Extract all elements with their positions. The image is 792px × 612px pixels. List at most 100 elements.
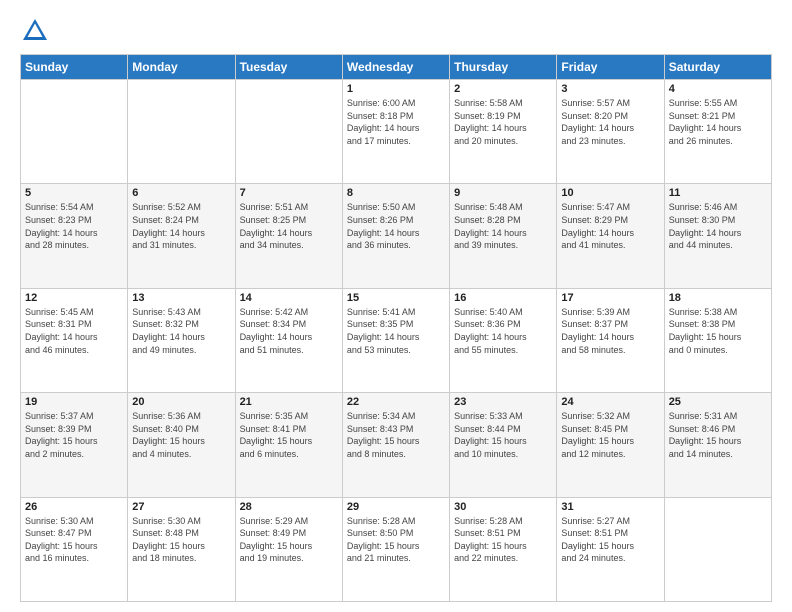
day-cell-5: 5 Sunrise: 5:54 AM Sunset: 8:23 PM Daylig… xyxy=(21,184,128,288)
day-cell-2: 2Sunrise: 5:58 AM Sunset: 8:19 PM Daylig… xyxy=(450,80,557,184)
day-number-27: 27 xyxy=(132,501,230,513)
day-number-8: 8 xyxy=(347,187,445,199)
day-info-6: Sunrise: 5:52 AM Sunset: 8:24 PM Dayligh… xyxy=(132,201,230,251)
day-cell-13: 13 Sunrise: 5:43 AM Sunset: 8:32 PM Dayli… xyxy=(128,288,235,392)
day-cell-31: 31 Sunrise: 5:27 AM Sunset: 8:51 PM Dayli… xyxy=(557,497,664,601)
day-number-20: 20 xyxy=(132,396,230,408)
day-cell-3: 3 Sunrise: 5:57 AM Sunset: 8:20 PM Daylig… xyxy=(557,80,664,184)
day-number-16: 16 xyxy=(454,292,552,304)
day-number-18: 18 xyxy=(669,292,767,304)
calendar: SundayMondayTuesdayWednesdayThursdayFrid… xyxy=(20,54,772,602)
day-info-14: Sunrise: 5:42 AM Sunset: 8:34 PM Dayligh… xyxy=(240,306,338,356)
day-info-29: Sunrise: 5:28 AM Sunset: 8:50 PM Dayligh… xyxy=(347,515,445,565)
day-info-7: Sunrise: 5:51 AM Sunset: 8:25 PM Dayligh… xyxy=(240,201,338,251)
week-row-5: 26 Sunrise: 5:30 AM Sunset: 8:47 PM Dayli… xyxy=(21,497,772,601)
day-cell-24: 24 Sunrise: 5:32 AM Sunset: 8:45 PM Dayli… xyxy=(557,393,664,497)
day-cell-18: 18 Sunrise: 5:38 AM Sunset: 8:38 PM Dayli… xyxy=(664,288,771,392)
day-info-11: Sunrise: 5:46 AM Sunset: 8:30 PM Dayligh… xyxy=(669,201,767,251)
day-number-23: 23 xyxy=(454,396,552,408)
empty-cell xyxy=(235,80,342,184)
day-number-13: 13 xyxy=(132,292,230,304)
logo xyxy=(20,16,54,46)
day-number-15: 15 xyxy=(347,292,445,304)
day-cell-21: 21 Sunrise: 5:35 AM Sunset: 8:41 PM Dayli… xyxy=(235,393,342,497)
day-info-5: Sunrise: 5:54 AM Sunset: 8:23 PM Dayligh… xyxy=(25,201,123,251)
day-number-2: 2 xyxy=(454,83,552,95)
day-number-4: 4 xyxy=(669,83,767,95)
day-cell-9: 9Sunrise: 5:48 AM Sunset: 8:28 PM Daylig… xyxy=(450,184,557,288)
day-info-17: Sunrise: 5:39 AM Sunset: 8:37 PM Dayligh… xyxy=(561,306,659,356)
day-cell-4: 4Sunrise: 5:55 AM Sunset: 8:21 PM Daylig… xyxy=(664,80,771,184)
day-number-12: 12 xyxy=(25,292,123,304)
week-row-2: 5 Sunrise: 5:54 AM Sunset: 8:23 PM Daylig… xyxy=(21,184,772,288)
day-info-16: Sunrise: 5:40 AM Sunset: 8:36 PM Dayligh… xyxy=(454,306,552,356)
day-info-28: Sunrise: 5:29 AM Sunset: 8:49 PM Dayligh… xyxy=(240,515,338,565)
day-cell-16: 16 Sunrise: 5:40 AM Sunset: 8:36 PM Dayli… xyxy=(450,288,557,392)
day-cell-15: 15 Sunrise: 5:41 AM Sunset: 8:35 PM Dayli… xyxy=(342,288,449,392)
header xyxy=(20,16,772,46)
day-number-25: 25 xyxy=(669,396,767,408)
header-cell-wednesday: Wednesday xyxy=(342,55,449,80)
day-info-26: Sunrise: 5:30 AM Sunset: 8:47 PM Dayligh… xyxy=(25,515,123,565)
page: SundayMondayTuesdayWednesdayThursdayFrid… xyxy=(0,0,792,612)
day-cell-20: 20 Sunrise: 5:36 AM Sunset: 8:40 PM Dayli… xyxy=(128,393,235,497)
day-cell-12: 12 Sunrise: 5:45 AM Sunset: 8:31 PM Dayli… xyxy=(21,288,128,392)
day-number-26: 26 xyxy=(25,501,123,513)
day-cell-27: 27 Sunrise: 5:30 AM Sunset: 8:48 PM Dayli… xyxy=(128,497,235,601)
day-number-19: 19 xyxy=(25,396,123,408)
header-cell-thursday: Thursday xyxy=(450,55,557,80)
day-info-8: Sunrise: 5:50 AM Sunset: 8:26 PM Dayligh… xyxy=(347,201,445,251)
header-row: SundayMondayTuesdayWednesdayThursdayFrid… xyxy=(21,55,772,80)
day-info-22: Sunrise: 5:34 AM Sunset: 8:43 PM Dayligh… xyxy=(347,410,445,460)
day-info-3: Sunrise: 5:57 AM Sunset: 8:20 PM Dayligh… xyxy=(561,97,659,147)
day-cell-29: 29 Sunrise: 5:28 AM Sunset: 8:50 PM Dayli… xyxy=(342,497,449,601)
day-info-31: Sunrise: 5:27 AM Sunset: 8:51 PM Dayligh… xyxy=(561,515,659,565)
day-info-27: Sunrise: 5:30 AM Sunset: 8:48 PM Dayligh… xyxy=(132,515,230,565)
day-info-25: Sunrise: 5:31 AM Sunset: 8:46 PM Dayligh… xyxy=(669,410,767,460)
day-cell-23: 23 Sunrise: 5:33 AM Sunset: 8:44 PM Dayli… xyxy=(450,393,557,497)
day-info-23: Sunrise: 5:33 AM Sunset: 8:44 PM Dayligh… xyxy=(454,410,552,460)
day-number-1: 1 xyxy=(347,83,445,95)
week-row-1: 1 Sunrise: 6:00 AM Sunset: 8:18 PM Daylig… xyxy=(21,80,772,184)
empty-cell xyxy=(128,80,235,184)
day-info-20: Sunrise: 5:36 AM Sunset: 8:40 PM Dayligh… xyxy=(132,410,230,460)
day-number-24: 24 xyxy=(561,396,659,408)
day-info-12: Sunrise: 5:45 AM Sunset: 8:31 PM Dayligh… xyxy=(25,306,123,356)
day-number-5: 5 xyxy=(25,187,123,199)
day-number-9: 9 xyxy=(454,187,552,199)
day-number-29: 29 xyxy=(347,501,445,513)
day-cell-17: 17Sunrise: 5:39 AM Sunset: 8:37 PM Dayli… xyxy=(557,288,664,392)
header-cell-friday: Friday xyxy=(557,55,664,80)
day-cell-14: 14Sunrise: 5:42 AM Sunset: 8:34 PM Dayli… xyxy=(235,288,342,392)
header-cell-sunday: Sunday xyxy=(21,55,128,80)
logo-icon xyxy=(20,16,50,46)
day-number-31: 31 xyxy=(561,501,659,513)
day-info-18: Sunrise: 5:38 AM Sunset: 8:38 PM Dayligh… xyxy=(669,306,767,356)
week-row-4: 19 Sunrise: 5:37 AM Sunset: 8:39 PM Dayli… xyxy=(21,393,772,497)
day-cell-7: 7 Sunrise: 5:51 AM Sunset: 8:25 PM Daylig… xyxy=(235,184,342,288)
day-info-13: Sunrise: 5:43 AM Sunset: 8:32 PM Dayligh… xyxy=(132,306,230,356)
day-number-28: 28 xyxy=(240,501,338,513)
day-number-11: 11 xyxy=(669,187,767,199)
header-cell-tuesday: Tuesday xyxy=(235,55,342,80)
day-cell-26: 26 Sunrise: 5:30 AM Sunset: 8:47 PM Dayli… xyxy=(21,497,128,601)
day-number-21: 21 xyxy=(240,396,338,408)
day-cell-22: 22Sunrise: 5:34 AM Sunset: 8:43 PM Dayli… xyxy=(342,393,449,497)
day-number-30: 30 xyxy=(454,501,552,513)
day-number-7: 7 xyxy=(240,187,338,199)
day-cell-19: 19 Sunrise: 5:37 AM Sunset: 8:39 PM Dayli… xyxy=(21,393,128,497)
header-cell-monday: Monday xyxy=(128,55,235,80)
day-cell-6: 6Sunrise: 5:52 AM Sunset: 8:24 PM Daylig… xyxy=(128,184,235,288)
day-number-3: 3 xyxy=(561,83,659,95)
day-number-10: 10 xyxy=(561,187,659,199)
day-cell-8: 8 Sunrise: 5:50 AM Sunset: 8:26 PM Daylig… xyxy=(342,184,449,288)
day-info-19: Sunrise: 5:37 AM Sunset: 8:39 PM Dayligh… xyxy=(25,410,123,460)
day-info-1: Sunrise: 6:00 AM Sunset: 8:18 PM Dayligh… xyxy=(347,97,445,147)
empty-cell xyxy=(21,80,128,184)
day-info-21: Sunrise: 5:35 AM Sunset: 8:41 PM Dayligh… xyxy=(240,410,338,460)
day-info-15: Sunrise: 5:41 AM Sunset: 8:35 PM Dayligh… xyxy=(347,306,445,356)
day-cell-10: 10Sunrise: 5:47 AM Sunset: 8:29 PM Dayli… xyxy=(557,184,664,288)
day-cell-1: 1 Sunrise: 6:00 AM Sunset: 8:18 PM Daylig… xyxy=(342,80,449,184)
day-cell-30: 30Sunrise: 5:28 AM Sunset: 8:51 PM Dayli… xyxy=(450,497,557,601)
day-info-24: Sunrise: 5:32 AM Sunset: 8:45 PM Dayligh… xyxy=(561,410,659,460)
